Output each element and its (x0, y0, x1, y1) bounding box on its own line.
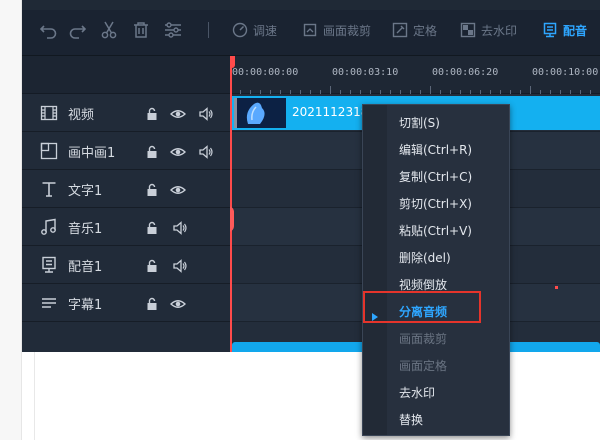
divider-line (34, 352, 35, 440)
eye-icon[interactable] (169, 144, 187, 160)
menu-item-freeze: 画面定格 (399, 359, 448, 373)
left-margin (0, 0, 22, 440)
track-subtitle[interactable]: 字幕1 (22, 284, 230, 322)
pin-icon (392, 22, 408, 38)
settings-button[interactable] (164, 19, 182, 41)
cut-button[interactable] (100, 19, 118, 41)
track-pip[interactable]: 画中画1 (22, 132, 230, 170)
picture-in-picture-icon (40, 142, 58, 160)
watermark-button[interactable]: 去水印 (460, 19, 517, 41)
menu-gutter (363, 105, 387, 435)
ruler-tick (330, 86, 331, 94)
toolbar-top-strip (22, 0, 600, 10)
lock-icon[interactable] (144, 220, 160, 236)
context-menu: 切割(S) 编辑(Ctrl+R) 复制(Ctrl+C) 剪切(Ctrl+X) 粘… (362, 104, 510, 436)
lock-icon[interactable] (144, 182, 160, 198)
menu-item-split[interactable]: 切割(S) (399, 113, 440, 133)
delete-button[interactable] (132, 19, 150, 41)
crop-button[interactable]: 画面裁剪 (302, 19, 371, 41)
dubbing-icon (40, 256, 58, 274)
track-name: 配音1 (68, 260, 103, 275)
lock-icon[interactable] (144, 144, 160, 160)
track-name: 音乐1 (68, 222, 103, 237)
video-editor: 调速 画面裁剪 定格 去水印 配音 视频 画中画1 文字1 音乐1 配音1 字幕… (22, 0, 600, 352)
timecode-label: 00:00:10:00 (532, 67, 599, 78)
speed-button[interactable]: 调速 (232, 19, 277, 41)
track-name: 视频 (68, 108, 95, 123)
app-window: 调速 画面裁剪 定格 去水印 配音 视频 画中画1 文字1 音乐1 配音1 字幕… (0, 0, 600, 440)
speaker-icon[interactable] (172, 220, 188, 236)
track-dubbing[interactable]: 配音1 (22, 246, 230, 284)
menu-item-copy[interactable]: 复制(Ctrl+C) (399, 167, 472, 187)
timecode-label: 00:00:03:10 (332, 67, 399, 78)
redo-icon (69, 25, 86, 39)
ruler-tick (530, 86, 531, 94)
highlight-box (363, 291, 481, 323)
track-name: 文字1 (68, 184, 103, 199)
speaker-icon[interactable] (172, 258, 188, 274)
lock-icon[interactable] (144, 296, 160, 312)
menu-item-edit[interactable]: 编辑(Ctrl+R) (399, 140, 472, 160)
clip-name: 2021112318 (292, 105, 369, 119)
sliders-icon (165, 22, 181, 38)
watermark-icon (460, 22, 476, 38)
subtitle-icon (40, 294, 58, 312)
lock-icon[interactable] (144, 258, 160, 274)
lock-icon[interactable] (144, 106, 160, 122)
toolbar: 调速 画面裁剪 定格 去水印 配音 (22, 0, 600, 56)
freeze-label: 定格 (413, 23, 438, 38)
timecode-label: 00:00:00:00 (232, 67, 299, 78)
menu-item-delete[interactable]: 删除(del) (399, 248, 451, 268)
dubbing-icon (543, 22, 557, 38)
marker-dot (555, 286, 558, 289)
crop-icon (303, 23, 317, 37)
menu-item-replace[interactable]: 替换 (399, 410, 423, 430)
undo-icon (40, 25, 57, 39)
eye-icon[interactable] (169, 106, 187, 122)
speaker-icon[interactable] (198, 106, 214, 122)
menu-item-crop: 画面裁剪 (399, 332, 448, 346)
playhead-handle[interactable] (230, 56, 235, 68)
freeze-button[interactable]: 定格 (392, 19, 437, 41)
playhead-knob[interactable] (230, 206, 234, 232)
speedometer-icon (232, 22, 248, 38)
track-text[interactable]: 文字1 (22, 170, 230, 208)
dubbing-label: 配音 (563, 23, 588, 38)
dubbing-button[interactable]: 配音 (542, 19, 587, 41)
toolbar-divider (208, 22, 209, 38)
undo-button[interactable] (40, 19, 58, 41)
menu-item-cut[interactable]: 剪切(Ctrl+X) (399, 194, 472, 214)
crop-label: 画面裁剪 (323, 23, 372, 38)
menu-item-paste[interactable]: 粘贴(Ctrl+V) (399, 221, 472, 241)
eye-icon[interactable] (169, 182, 187, 198)
text-icon (40, 180, 58, 198)
redo-button[interactable] (68, 19, 86, 41)
playhead[interactable] (230, 56, 235, 352)
ruler-tick (430, 86, 431, 94)
watermark-label: 去水印 (481, 23, 518, 38)
film-icon (40, 104, 58, 122)
track-name: 字幕1 (68, 298, 103, 313)
track-music[interactable]: 音乐1 (22, 208, 230, 246)
timecode-label: 00:00:06:20 (432, 67, 499, 78)
trash-icon (134, 22, 148, 38)
eye-icon[interactable] (169, 296, 187, 312)
track-panel: 视频 画中画1 文字1 音乐1 配音1 字幕1 (22, 56, 230, 352)
clip-thumbnail (234, 98, 286, 128)
scissors-icon (101, 21, 117, 39)
time-ruler[interactable]: 00:00:00:00 00:00:03:10 00:00:06:20 00:0… (230, 56, 600, 94)
track-panel-header (22, 56, 230, 94)
speaker-icon[interactable] (198, 144, 214, 160)
speed-label: 调速 (253, 23, 278, 38)
menu-item-watermark[interactable]: 去水印 (399, 383, 435, 403)
track-video[interactable]: 视频 (22, 94, 230, 132)
music-note-icon (40, 218, 58, 236)
track-name: 画中画1 (68, 146, 116, 161)
